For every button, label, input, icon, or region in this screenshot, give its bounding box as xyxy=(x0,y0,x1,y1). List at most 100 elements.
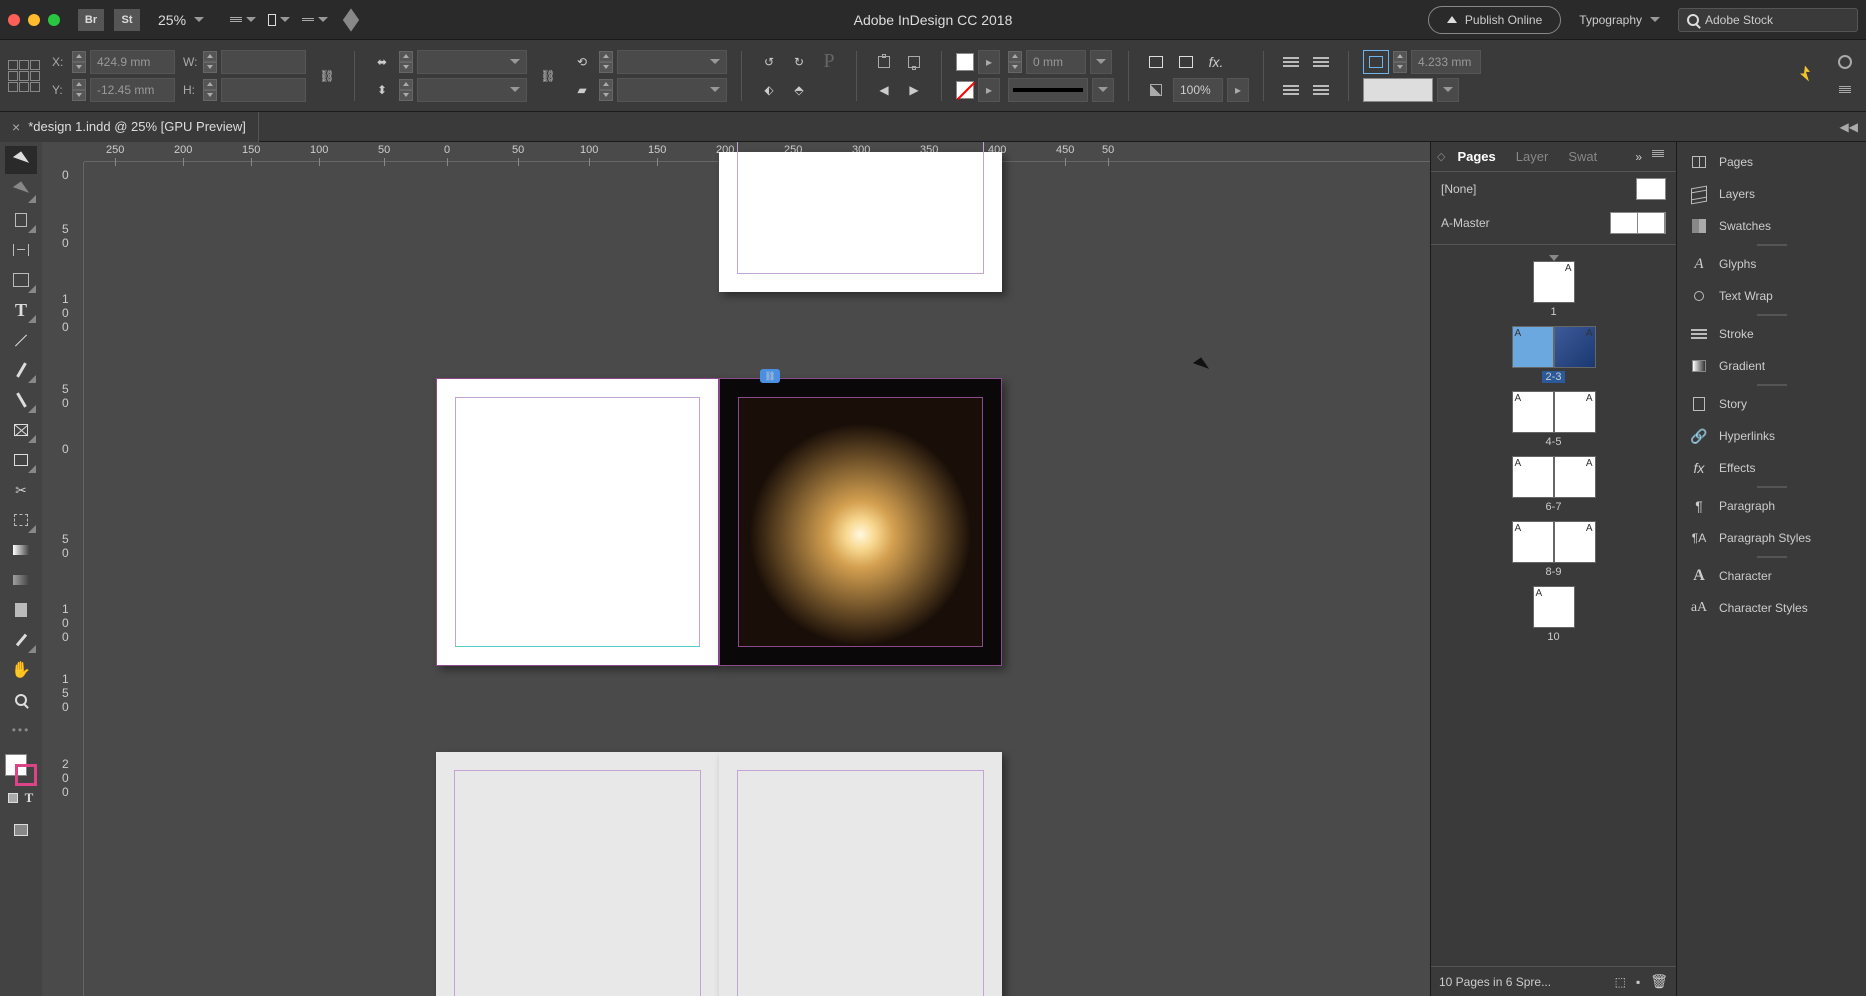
zoom-tool[interactable] xyxy=(5,686,37,714)
constrain-scale[interactable]: ⛓ xyxy=(535,64,561,88)
spread-thumb[interactable]: A10 xyxy=(1431,586,1676,643)
stroke-weight-input[interactable]: 0 mm xyxy=(1026,50,1086,74)
pages-pasteboard[interactable]: ⛓ xyxy=(84,162,1430,996)
page-1[interactable] xyxy=(719,152,1002,292)
rotate-ccw[interactable]: ↺ xyxy=(756,50,782,74)
page-thumb[interactable]: A xyxy=(1533,261,1575,303)
document-canvas[interactable]: 2502001501005005010015020025030035040045… xyxy=(42,142,1430,996)
sidebar-item-glyphs[interactable]: AGlyphs xyxy=(1677,248,1866,280)
sidebar-item-gradient[interactable]: Gradient xyxy=(1677,350,1866,382)
corner-stepper[interactable] xyxy=(1393,51,1407,73)
master-row[interactable]: [None] xyxy=(1431,172,1676,206)
stroke-style-dropdown[interactable] xyxy=(1008,78,1088,102)
page-4[interactable] xyxy=(436,752,719,996)
pencil-tool[interactable] xyxy=(5,386,37,414)
constrain-proportions[interactable]: ⛓ xyxy=(314,64,340,88)
gradient-swatch-tool[interactable] xyxy=(5,536,37,564)
layers-tab[interactable]: Layer xyxy=(1508,145,1557,168)
sidebar-item-swatches[interactable]: Swatches xyxy=(1677,210,1866,242)
corner-shape-dropdown[interactable] xyxy=(1363,78,1433,102)
select-content[interactable] xyxy=(901,50,927,74)
text-wrap-bounding[interactable] xyxy=(1308,50,1334,74)
select-next[interactable]: ▶ xyxy=(901,78,927,102)
reference-point[interactable] xyxy=(8,60,40,92)
page-thumb[interactable]: A xyxy=(1512,521,1554,563)
sidebar-item-stroke[interactable]: Stroke xyxy=(1677,318,1866,350)
corner-value-input[interactable]: 4.233 mm xyxy=(1411,50,1481,74)
scale-y-stepper[interactable] xyxy=(399,79,413,101)
rotate-input[interactable] xyxy=(617,50,727,74)
shear-input[interactable] xyxy=(617,78,727,102)
sidebar-item-effects[interactable]: fxEffects xyxy=(1677,452,1866,484)
page-thumb[interactable]: A xyxy=(1512,456,1554,498)
page-thumb[interactable]: A xyxy=(1512,391,1554,433)
opacity-input[interactable]: 100% xyxy=(1173,78,1223,102)
edit-page-size-icon[interactable]: ⬚ xyxy=(1615,975,1626,989)
y-input[interactable]: -12.45 mm xyxy=(90,78,175,102)
rotate-stepper[interactable] xyxy=(599,51,613,73)
eyedropper-tool[interactable] xyxy=(5,626,37,654)
text-wrap-none[interactable] xyxy=(1278,50,1304,74)
page-2[interactable] xyxy=(436,378,719,666)
spread-thumb[interactable]: AA4-5 xyxy=(1431,391,1676,448)
maximize-icon[interactable] xyxy=(48,14,60,26)
stroke-swatch[interactable] xyxy=(956,81,974,99)
scale-y-input[interactable] xyxy=(417,78,527,102)
page-thumb[interactable]: A xyxy=(1533,586,1575,628)
pages-tab[interactable]: Pages xyxy=(1449,145,1503,168)
x-input[interactable]: 424.9 mm xyxy=(90,50,175,74)
expand-panels-icon[interactable]: ◀◀ xyxy=(1832,120,1866,134)
sidebar-item-layers[interactable]: Layers xyxy=(1677,178,1866,210)
master-thumb[interactable] xyxy=(1636,178,1666,200)
page-3[interactable]: ⛓ xyxy=(719,378,1002,666)
sidebar-item-character[interactable]: ACharacter xyxy=(1677,560,1866,592)
link-badge-icon[interactable]: ⛓ xyxy=(760,369,780,383)
misc-dots[interactable]: ••• xyxy=(5,716,37,744)
sidebar-item-paragraph-styles[interactable]: ¶AParagraph Styles xyxy=(1677,522,1866,554)
master-thumb[interactable] xyxy=(1610,212,1666,234)
sidebar-item-story[interactable]: Story xyxy=(1677,388,1866,420)
gap-tool[interactable] xyxy=(5,236,37,264)
page-thumb[interactable]: A xyxy=(1512,326,1554,368)
delete-page-icon[interactable]: 🗑 xyxy=(1650,973,1668,990)
vertical-ruler[interactable]: 05010050050100150200 xyxy=(60,162,84,996)
rotate-cw[interactable]: ↻ xyxy=(786,50,812,74)
page-thumb[interactable]: A xyxy=(1554,456,1596,498)
scissors-tool[interactable]: ✂ xyxy=(5,476,37,504)
gpu-icon[interactable] xyxy=(340,11,362,29)
view-option-3[interactable] xyxy=(304,11,326,29)
page-thumb[interactable]: A xyxy=(1554,391,1596,433)
rectangle-tool[interactable] xyxy=(5,446,37,474)
corner-shape-chev[interactable] xyxy=(1437,78,1459,102)
apply-color-mode[interactable]: T xyxy=(5,788,37,808)
note-tool[interactable] xyxy=(5,596,37,624)
h-stepper[interactable] xyxy=(203,79,217,101)
gradient-feather-tool[interactable] xyxy=(5,566,37,594)
close-icon[interactable] xyxy=(8,14,20,26)
spread-thumb[interactable]: AA8-9 xyxy=(1431,521,1676,578)
page-tool[interactable] xyxy=(5,206,37,234)
page-thumb[interactable]: A xyxy=(1554,521,1596,563)
view-mode-normal[interactable] xyxy=(5,816,37,844)
sidebar-item-paragraph[interactable]: ¶Paragraph xyxy=(1677,490,1866,522)
line-tool[interactable] xyxy=(5,326,37,354)
sidebar-item-text-wrap[interactable]: Text Wrap xyxy=(1677,280,1866,312)
zoom-level[interactable]: 25% xyxy=(158,12,204,28)
stroke-weight-stepper[interactable] xyxy=(1008,51,1022,73)
spread-thumb[interactable]: AA2-3 xyxy=(1431,326,1676,383)
stroke-swatch-dropdown[interactable]: ▸ xyxy=(978,78,1000,102)
corner-options[interactable] xyxy=(1363,50,1389,74)
stroke-style-chev[interactable] xyxy=(1092,78,1114,102)
h-input[interactable] xyxy=(221,78,306,102)
type-tool[interactable]: T xyxy=(5,296,37,324)
swatches-tab[interactable]: Swat xyxy=(1560,145,1605,168)
w-stepper[interactable] xyxy=(203,51,217,73)
document-tab[interactable]: × *design 1.indd @ 25% [GPU Preview] xyxy=(0,112,259,142)
sidebar-item-hyperlinks[interactable]: 🔗Hyperlinks xyxy=(1677,420,1866,452)
page-thumb[interactable]: A xyxy=(1554,326,1596,368)
content-collector-tool[interactable] xyxy=(5,266,37,294)
view-option-1[interactable] xyxy=(232,11,254,29)
fill-dropdown[interactable]: ▸ xyxy=(978,50,1000,74)
page-5[interactable] xyxy=(719,752,1002,996)
x-stepper[interactable] xyxy=(72,51,86,73)
